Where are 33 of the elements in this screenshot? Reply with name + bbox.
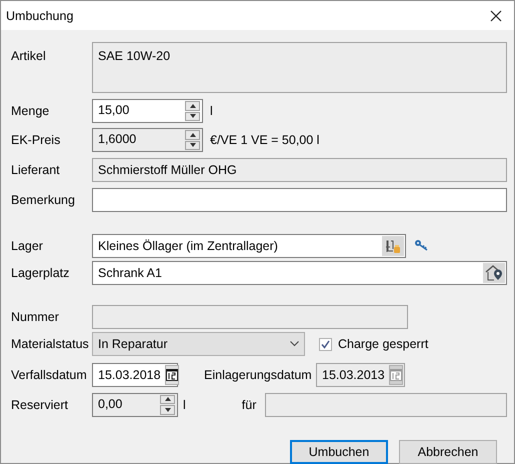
key-icon[interactable] <box>414 238 428 254</box>
checkbox-label: Charge gesperrt <box>338 337 428 351</box>
field-label: für <box>242 398 258 412</box>
field-label: Reserviert <box>11 398 69 412</box>
remark-field[interactable] <box>92 188 507 212</box>
field-label: EK-Preis <box>11 133 62 147</box>
field-label: Lagerplatz <box>11 266 70 280</box>
field-label: Nummer <box>11 310 60 324</box>
field-label: Lager <box>11 239 44 253</box>
date-field[interactable]: 15.03.2018 <box>92 363 178 387</box>
rebook-button[interactable]: Umbuchen <box>290 440 388 464</box>
calendar-button[interactable] <box>164 365 179 385</box>
field-label: Einlagerungsdatum <box>204 368 313 382</box>
field-label: Menge <box>11 104 50 118</box>
unit-label: l <box>210 104 213 118</box>
field-label: Lieferant <box>11 163 61 177</box>
field-label: Materialstatus <box>11 337 90 351</box>
unit-label: €/VE 1 VE = 50,00 l <box>210 133 320 147</box>
house-pin-icon[interactable] <box>483 263 505 283</box>
cancel-button[interactable]: Abbrechen <box>399 440 497 464</box>
window-title: Umbuchung <box>6 8 74 22</box>
unit-label: l <box>183 398 186 412</box>
status-dropdown[interactable]: In Reparatur <box>92 332 305 356</box>
number-field[interactable]: 15,00 <box>92 99 203 123</box>
field-label: Verfallsdatum <box>11 368 88 382</box>
checkbox[interactable] <box>319 338 332 350</box>
chevron-down-icon <box>290 341 299 347</box>
warehouse-field[interactable]: Kleines Öllager (im Zentrallager) <box>92 234 406 258</box>
storage-place-field[interactable]: Schrank A1 <box>92 261 507 285</box>
field-label: Artikel <box>11 49 47 63</box>
spin-up-button[interactable] <box>185 101 200 110</box>
spin-down-button[interactable] <box>185 112 200 121</box>
field-label: Bemerkung <box>11 193 76 207</box>
